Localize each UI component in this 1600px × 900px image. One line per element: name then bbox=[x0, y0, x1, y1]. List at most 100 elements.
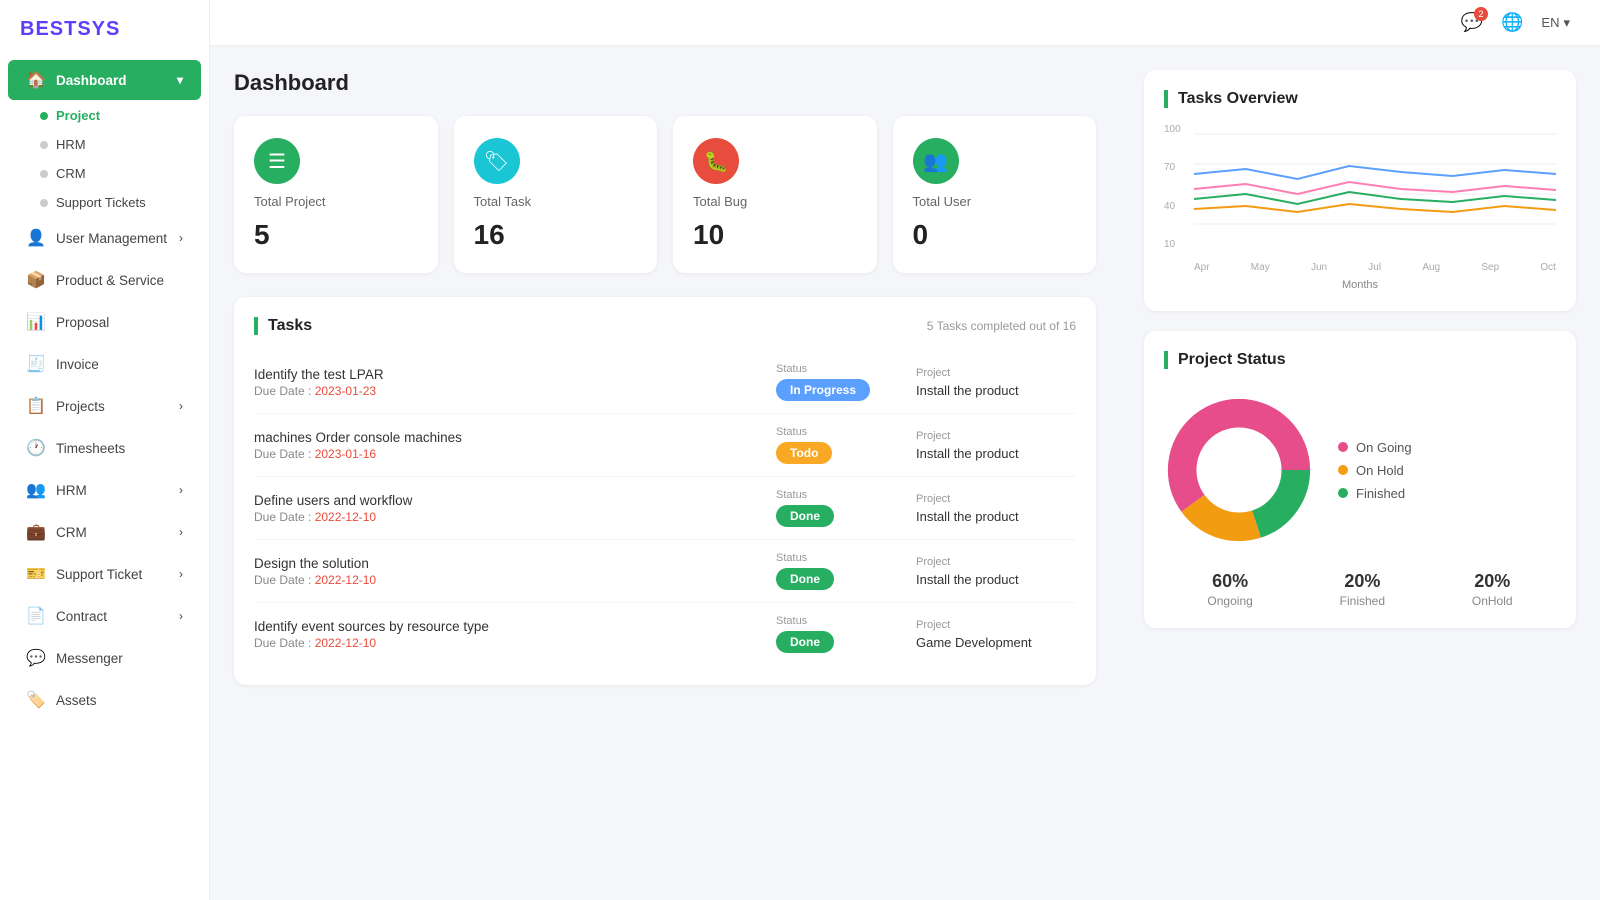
finished-label: Finished bbox=[1340, 594, 1385, 608]
language-label: EN bbox=[1541, 15, 1559, 30]
chart-y-labels: 100 70 40 10 bbox=[1164, 124, 1181, 254]
sidebar-proposal-label: Proposal bbox=[56, 315, 109, 330]
status-badge: Todo bbox=[776, 442, 832, 464]
onhold-value: 20% bbox=[1472, 571, 1513, 592]
task-info: Identify event sources by resource type … bbox=[254, 619, 766, 650]
task-row[interactable]: Define users and workflow Due Date : 202… bbox=[254, 477, 1076, 540]
sidebar-item-user-management[interactable]: 👤 User Management › bbox=[8, 218, 201, 258]
finished-dot bbox=[1338, 488, 1348, 498]
chevron-right-icon: › bbox=[179, 525, 183, 539]
sidebar-support-label: Support Tickets bbox=[56, 195, 146, 210]
sidebar-item-dashboard[interactable]: 🏠 Dashboard ▾ bbox=[8, 60, 201, 100]
donut-chart bbox=[1164, 395, 1314, 545]
notification-badge: 2 bbox=[1474, 7, 1488, 21]
project-status-title: Project Status bbox=[1164, 351, 1556, 369]
tasks-list: Identify the test LPAR Due Date : 2023-0… bbox=[254, 351, 1076, 665]
onhold-dot bbox=[1338, 465, 1348, 475]
sidebar-item-project[interactable]: Project bbox=[0, 101, 209, 130]
tasks-overview-chart: 100 70 40 10 bbox=[1164, 124, 1556, 254]
sidebar-item-proposal[interactable]: 📊 Proposal bbox=[8, 302, 201, 342]
sidebar-assets-label: Assets bbox=[56, 693, 97, 708]
status-label: Status bbox=[776, 489, 906, 501]
project-name: Game Development bbox=[916, 635, 1076, 650]
sidebar: BESTSYS 🏠 Dashboard ▾ Project HRM CRM Su… bbox=[0, 0, 210, 900]
chart-x-labels: Apr May Jun Jul Aug Sep Oct bbox=[1194, 262, 1556, 273]
sidebar-item-support-ticket[interactable]: 🎫 Support Ticket › bbox=[8, 554, 201, 594]
right-panel: Tasks Overview 100 70 40 10 bbox=[1120, 46, 1600, 900]
task-row[interactable]: Identify event sources by resource type … bbox=[254, 603, 1076, 665]
task-row[interactable]: Design the solution Due Date : 2022-12-1… bbox=[254, 540, 1076, 603]
sidebar-item-projects[interactable]: 📋 Projects › bbox=[8, 386, 201, 426]
assets-icon: 🏷️ bbox=[26, 690, 46, 710]
sidebar-item-crm-sub[interactable]: CRM bbox=[0, 159, 209, 188]
left-panel: Dashboard ☰ Total Project 5 🏷 Total Task… bbox=[210, 46, 1120, 900]
onhold-label: OnHold bbox=[1472, 594, 1513, 608]
sidebar-hrm-label: HRM bbox=[56, 137, 86, 152]
crm-icon: 💼 bbox=[26, 522, 46, 542]
dot-icon bbox=[40, 112, 48, 120]
sidebar-projects-label: Projects bbox=[56, 399, 105, 414]
sidebar-hrm2-label: HRM bbox=[56, 483, 87, 498]
sidebar-usermgmt-label: User Management bbox=[56, 231, 167, 246]
project-status-card: Project Status On Going bbox=[1144, 331, 1576, 628]
sidebar-item-hrm[interactable]: 👥 HRM › bbox=[8, 470, 201, 510]
status-badge: Done bbox=[776, 505, 834, 527]
sidebar-item-contract[interactable]: 📄 Contract › bbox=[8, 596, 201, 636]
globe-icon[interactable]: 🌐 bbox=[1501, 12, 1523, 33]
chart-x-axis-label: Months bbox=[1164, 279, 1556, 291]
sidebar-project-label: Project bbox=[56, 108, 100, 123]
total-user-label: Total User bbox=[913, 194, 1077, 209]
donut-area: On Going On Hold Finished bbox=[1164, 385, 1556, 555]
task-name: Design the solution bbox=[254, 556, 766, 571]
legend-finished: Finished bbox=[1338, 486, 1412, 501]
ongoing-label: Ongoing bbox=[1207, 594, 1252, 608]
product-icon: 📦 bbox=[26, 270, 46, 290]
task-due: Due Date : 2022-12-10 bbox=[254, 573, 766, 587]
sidebar-crm-label: CRM bbox=[56, 166, 86, 181]
language-selector[interactable]: EN ▾ bbox=[1541, 15, 1570, 31]
total-project-label: Total Project bbox=[254, 194, 418, 209]
legend-ongoing: On Going bbox=[1338, 440, 1412, 455]
sidebar-item-support-sub[interactable]: Support Tickets bbox=[0, 188, 209, 217]
status-label: Status bbox=[776, 363, 906, 375]
sidebar-item-messenger[interactable]: 💬 Messenger bbox=[8, 638, 201, 678]
hrm-icon: 👥 bbox=[26, 480, 46, 500]
total-task-label: Total Task bbox=[474, 194, 638, 209]
projects-icon: 📋 bbox=[26, 396, 46, 416]
support-ticket-icon: 🎫 bbox=[26, 564, 46, 584]
task-row[interactable]: Identify the test LPAR Due Date : 2023-0… bbox=[254, 351, 1076, 414]
timesheets-icon: 🕐 bbox=[26, 438, 46, 458]
user-management-icon: 👤 bbox=[26, 228, 46, 248]
task-status-col: Status Done bbox=[776, 552, 906, 590]
messenger-icon: 💬 bbox=[26, 648, 46, 668]
sidebar-item-product-service[interactable]: 📦 Product & Service bbox=[8, 260, 201, 300]
task-name: Identify event sources by resource type bbox=[254, 619, 766, 634]
task-info: Design the solution Due Date : 2022-12-1… bbox=[254, 556, 766, 587]
total-project-icon: ☰ bbox=[254, 138, 300, 184]
tasks-overview-title: Tasks Overview bbox=[1164, 90, 1556, 108]
tasks-header: Tasks 5 Tasks completed out of 16 bbox=[254, 317, 1076, 335]
chevron-right-icon: › bbox=[179, 483, 183, 497]
dot-icon bbox=[40, 199, 48, 207]
task-row[interactable]: machines Order console machines Due Date… bbox=[254, 414, 1076, 477]
sidebar-item-timesheets[interactable]: 🕐 Timesheets bbox=[8, 428, 201, 468]
donut-legend: On Going On Hold Finished bbox=[1338, 440, 1412, 501]
status-badge: Done bbox=[776, 631, 834, 653]
sidebar-item-assets[interactable]: 🏷️ Assets bbox=[8, 680, 201, 720]
legend-onhold-label: On Hold bbox=[1356, 463, 1404, 478]
project-name: Install the product bbox=[916, 572, 1076, 587]
chart-svg-wrapper bbox=[1194, 124, 1556, 244]
sidebar-product-label: Product & Service bbox=[56, 273, 164, 288]
project-label: Project bbox=[916, 430, 1076, 442]
sidebar-contract-label: Contract bbox=[56, 609, 107, 624]
finished-value: 20% bbox=[1340, 571, 1385, 592]
tasks-title: Tasks bbox=[254, 317, 312, 335]
sidebar-item-crm[interactable]: 💼 CRM › bbox=[8, 512, 201, 552]
notification-button[interactable]: 💬 2 bbox=[1461, 12, 1483, 33]
sidebar-item-hrm-sub[interactable]: HRM bbox=[0, 130, 209, 159]
total-bug-value: 10 bbox=[693, 219, 857, 251]
sidebar-item-invoice[interactable]: 🧾 Invoice bbox=[8, 344, 201, 384]
sidebar-invoice-label: Invoice bbox=[56, 357, 99, 372]
legend-onhold: On Hold bbox=[1338, 463, 1412, 478]
project-name: Install the product bbox=[916, 383, 1076, 398]
